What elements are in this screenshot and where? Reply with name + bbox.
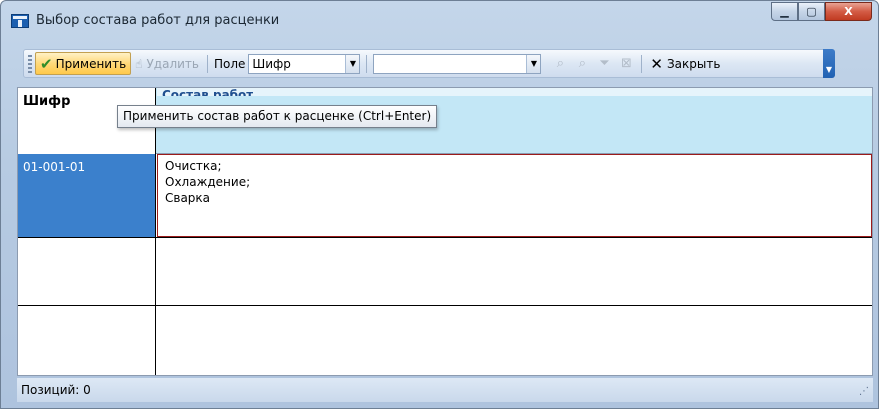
cell-composition[interactable] xyxy=(157,306,872,375)
toolbar-overflow-icon[interactable]: ▼ xyxy=(823,49,835,78)
delete-button-label: Удалить xyxy=(146,56,199,71)
resize-grip-icon[interactable]: ⋰ xyxy=(857,387,869,399)
chevron-down-icon[interactable]: ▼ xyxy=(345,54,360,73)
search-combo[interactable]: ▼ xyxy=(373,53,542,74)
column-header-composition[interactable]: Состав работ xyxy=(162,88,253,96)
cell-code[interactable] xyxy=(18,306,156,375)
positions-count: Позиций: 0 xyxy=(21,383,91,397)
toolbar-separator xyxy=(366,54,368,73)
toolbar-grip[interactable] xyxy=(28,54,32,73)
table-row[interactable] xyxy=(18,306,872,375)
header-filter-band xyxy=(157,88,872,96)
apply-tooltip: Применить состав работ к расценке (Ctrl+… xyxy=(117,105,438,128)
maximize-button[interactable]: ▢ xyxy=(798,2,825,21)
table-row[interactable]: 01-001-01 Очистка; Охлаждение; Сварка xyxy=(18,154,872,238)
close-button[interactable]: ✕ Закрыть xyxy=(646,52,724,75)
field-select[interactable]: Шифр ▼ xyxy=(248,53,361,74)
table-row[interactable] xyxy=(18,238,872,306)
find-next-icon[interactable]: ⌕ xyxy=(571,56,593,71)
minimize-icon: ▁ xyxy=(780,5,789,18)
close-window-button[interactable]: X xyxy=(825,2,872,21)
find-icon[interactable]: ⌕ xyxy=(549,56,571,71)
window-title: Выбор состава работ для расценки xyxy=(36,13,280,28)
caption-buttons: ▁ ▢ X xyxy=(771,2,872,21)
cell-code[interactable] xyxy=(18,238,156,305)
checkmark-icon: ✔ xyxy=(40,54,53,73)
apply-button-label: Применить xyxy=(55,56,127,71)
cell-composition[interactable]: Очистка; Охлаждение; Сварка xyxy=(157,154,872,237)
dialog-window: Выбор состава работ для расценки ▁ ▢ X ✔… xyxy=(0,0,879,409)
maximize-icon: ▢ xyxy=(806,5,817,18)
close-button-label: Закрыть xyxy=(666,56,721,71)
minimize-button[interactable]: ▁ xyxy=(771,2,798,21)
work-composition-grid: Шифр Состав работ 01-001-01 Очистка; Охл… xyxy=(17,87,873,376)
app-window-icon xyxy=(11,14,29,28)
delete-hand-icon: ☝ xyxy=(135,56,143,71)
toolbar: ✔ Применить ☝ Удалить Поле Шифр ▼ ▼ ⌕ ⌕ … xyxy=(23,49,835,78)
cell-code[interactable]: 01-001-01 xyxy=(18,154,156,237)
filter-icon[interactable]: ⏷ xyxy=(593,56,615,71)
field-label: Поле xyxy=(213,56,246,71)
clear-filter-icon[interactable]: ⊠ xyxy=(615,56,637,71)
delete-button[interactable]: ☝ Удалить xyxy=(131,52,203,75)
status-bar: Позиций: 0 ⋰ xyxy=(17,378,873,402)
toolbar-separator xyxy=(641,54,643,73)
apply-button[interactable]: ✔ Применить xyxy=(35,52,132,75)
close-x-icon: ✕ xyxy=(650,54,663,73)
field-select-value: Шифр xyxy=(252,56,291,71)
toolbar-separator xyxy=(206,54,208,73)
title-bar[interactable]: Выбор состава работ для расценки ▁ ▢ X xyxy=(1,1,878,39)
chevron-down-icon[interactable]: ▼ xyxy=(526,54,541,73)
cell-composition[interactable] xyxy=(157,238,872,305)
close-icon: X xyxy=(844,5,853,18)
